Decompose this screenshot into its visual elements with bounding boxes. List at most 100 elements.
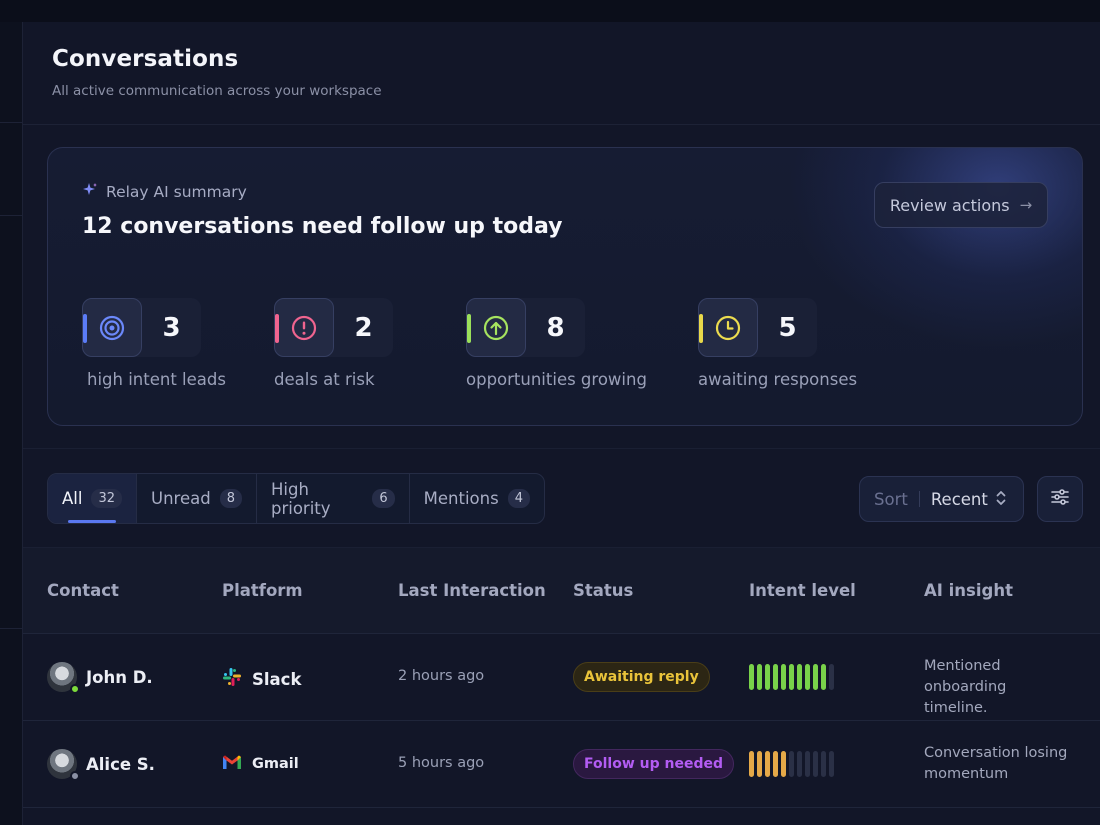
intent-meter [749,751,834,777]
tab-label: Mentions [423,489,499,508]
status-badge: Awaiting reply [573,662,710,692]
table-row[interactable]: John D. Slack 2 hours ago Awaiting reply… [23,634,1100,721]
metric-label: opportunities growing [466,370,647,389]
intent-bar [797,751,802,777]
column-header-last-interaction[interactable]: Last Interaction [398,581,546,600]
presence-dot [70,771,80,781]
status-cell: Follow up needed [573,749,734,779]
intent-bar [749,751,754,777]
status-badge: Follow up needed [573,749,734,779]
ai-insight-cell: Mentioned onboarding timeline. [924,656,1074,719]
tab-mentions[interactable]: Mentions 4 [410,474,544,523]
intent-bar [773,751,778,777]
metric-high-intent[interactable]: 3 high intent leads [82,298,226,389]
platform-cell: Slack [222,667,301,691]
tab-count-badge: 4 [507,489,530,508]
tab-label: High priority [271,479,331,518]
intent-bar [765,751,770,777]
last-interaction-time: 2 hours ago [398,668,485,684]
page-subtitle: All active communication across your wor… [52,83,382,99]
ai-insight-cell: Conversation losing momentum [924,743,1074,785]
main-content: Conversations All active communication a… [23,22,1100,825]
last-interaction-time: 5 hours ago [398,755,485,771]
last-interaction-cell: 2 hours ago [398,668,484,684]
metric-value: 3 [162,312,181,343]
platform-name: Slack [252,669,302,689]
avatar [47,749,80,781]
presence-dot [70,684,80,694]
ai-insight-text: Conversation losing momentum [924,745,1068,782]
metric-opportunities-growing[interactable]: 8 opportunities growing [466,298,647,389]
ai-summary-label: Relay AI summary [82,182,247,202]
metric-value: 5 [778,312,797,343]
sliders-icon [1051,489,1069,509]
review-actions-button[interactable]: Review actions → [874,182,1048,228]
intent-bar [821,751,826,777]
intent-bar [797,664,802,690]
intent-meter [749,664,834,690]
intent-bar [805,664,810,690]
intent-bar [813,664,818,690]
ai-insight-text: Mentioned onboarding timeline. [924,658,1007,716]
tab-unread[interactable]: Unread 8 [137,474,257,523]
intent-level-cell [749,664,834,690]
tab-all[interactable]: All 32 [48,474,138,523]
intent-bar [781,751,786,777]
sparkle-icon [82,182,98,202]
column-header-ai-insight[interactable]: AI insight [924,581,1013,600]
intent-bar [749,664,754,690]
intent-bar [821,664,826,690]
intent-bar [813,751,818,777]
last-interaction-cell: 5 hours ago [398,755,484,771]
sidebar-edge [0,22,23,825]
sort-dropdown[interactable]: Sort Recent [859,476,1024,522]
section-divider [23,448,1100,449]
ai-summary-label-text: Relay AI summary [106,183,247,201]
tab-label: Unread [151,489,211,508]
intent-bar [757,664,762,690]
column-header-intent-level[interactable]: Intent level [749,581,856,600]
page-title: Conversations [52,46,239,72]
tab-label: All [62,489,83,508]
metric-label: deals at risk [274,370,375,389]
metric-deals-at-risk[interactable]: 2 deals at risk [274,298,393,389]
slack-icon [222,667,242,691]
tab-high-priority[interactable]: High priority 6 [257,474,410,523]
filter-button[interactable] [1037,476,1083,522]
target-icon [82,298,142,357]
contact-cell: Alice S. [47,749,155,781]
top-bar [0,0,1100,22]
tab-count-badge: 32 [91,489,123,508]
status-cell: Awaiting reply [573,662,710,692]
avatar [47,662,80,694]
intent-bar [829,751,834,777]
metric-label: awaiting responses [698,370,858,389]
gmail-icon [222,754,242,774]
arrow-right-icon: → [1019,196,1033,214]
intent-bar [757,751,762,777]
platform-name: Gmail [252,756,299,772]
sort-label: Sort [874,489,908,509]
review-actions-label: Review actions [889,195,1010,215]
clock-icon [698,298,758,357]
ai-summary-headline: 12 conversations need follow up today [82,214,563,239]
table-row[interactable]: Alice S. Gmail 5 hours ago Follow up nee… [23,721,1100,808]
metric-value: 2 [354,312,373,343]
column-header-status[interactable]: Status [573,581,633,600]
column-header-platform[interactable]: Platform [222,581,303,600]
chevron-up-down-icon [996,490,1006,509]
column-header-contact[interactable]: Contact [47,581,119,600]
intent-bar [773,664,778,690]
filter-tabs: All 32 Unread 8 High priority 6 Mentions… [47,473,545,524]
arrow-up-circle-icon [466,298,526,357]
metric-value: 8 [546,312,565,343]
alert-icon [274,298,334,357]
contact-name: John D. [86,667,153,687]
platform-cell: Gmail [222,754,299,774]
intent-bar [829,664,834,690]
intent-bar [805,751,810,777]
intent-bar [781,664,786,690]
metric-awaiting-responses[interactable]: 5 awaiting responses [698,298,857,389]
metric-label: high intent leads [87,370,226,389]
intent-level-cell [749,751,834,777]
